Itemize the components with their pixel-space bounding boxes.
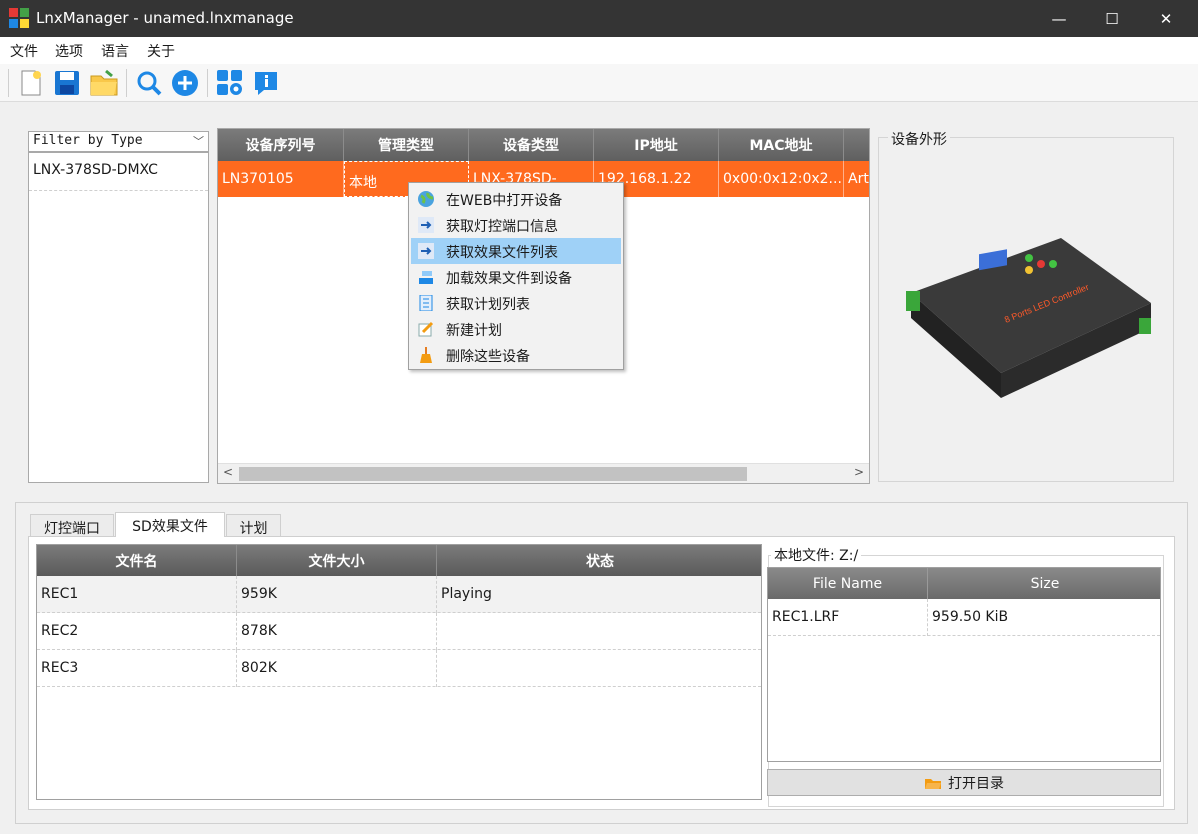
minimize-button[interactable]: — bbox=[1036, 0, 1082, 37]
preview-label: 设备外形 bbox=[888, 129, 950, 149]
folder-open-icon bbox=[925, 778, 941, 789]
column-header-manage-type[interactable]: 管理类型 bbox=[344, 129, 469, 161]
cell-filesize: 802K bbox=[237, 650, 437, 687]
menu-item-label: 删除这些设备 bbox=[446, 349, 530, 365]
menu-item-label: 获取效果文件列表 bbox=[446, 245, 558, 261]
settings-grid-icon[interactable] bbox=[215, 68, 245, 98]
column-header-filename[interactable]: 文件名 bbox=[37, 545, 237, 576]
menu-item-open-web[interactable]: 在WEB中打开设备 bbox=[411, 186, 621, 212]
edit-icon bbox=[418, 321, 434, 337]
cell-filename: REC3 bbox=[37, 650, 237, 687]
sd-file-table: 文件名 文件大小 状态 REC1 959K Playing REC2 878K … bbox=[36, 544, 762, 800]
filter-combo-label: Filter by Type bbox=[33, 133, 143, 148]
table-row[interactable]: REC3 802K bbox=[37, 650, 761, 687]
chevron-down-icon: ﹀ bbox=[193, 135, 204, 148]
cell-mac: 0x00:0x12:0x2... bbox=[719, 161, 844, 197]
cell-extra: Art bbox=[848, 171, 869, 187]
load-icon bbox=[419, 271, 433, 284]
cell-filename: REC2 bbox=[37, 613, 237, 650]
tab-port[interactable]: 灯控端口 bbox=[30, 514, 114, 537]
window-title: LnxManager - unamed.lnxmanage bbox=[36, 9, 294, 27]
local-file-table: File Name Size REC1.LRF 959.50 KiB bbox=[767, 567, 1161, 762]
horizontal-scrollbar[interactable]: < > bbox=[218, 463, 869, 483]
context-menu: 在WEB中打开设备 获取灯控端口信息 获取效果文件列表 加载效果文件到设备 获取… bbox=[408, 182, 624, 370]
toolbar bbox=[0, 64, 1198, 102]
cell-filename: REC1 bbox=[37, 576, 237, 613]
scrollbar-thumb[interactable] bbox=[239, 467, 747, 481]
column-header-filesize[interactable]: 文件大小 bbox=[237, 545, 437, 576]
broom-icon bbox=[420, 347, 432, 363]
menu-item-get-schedule-list[interactable]: 获取计划列表 bbox=[411, 290, 621, 316]
device-preview-frame: 8 Ports LED Controller bbox=[878, 137, 1174, 482]
tab-schedule[interactable]: 计划 bbox=[226, 514, 281, 537]
menu-bar: 文件 选项 语言 关于 bbox=[0, 37, 1198, 64]
cell-file-name: REC1.LRF bbox=[768, 599, 928, 636]
toolbar-separator bbox=[126, 69, 127, 97]
scroll-right-icon[interactable]: > bbox=[854, 465, 864, 479]
table-row[interactable]: REC2 878K bbox=[37, 613, 761, 650]
menu-about[interactable]: 关于 bbox=[147, 41, 175, 61]
menu-file[interactable]: 文件 bbox=[10, 41, 38, 61]
column-header-status[interactable]: 状态 bbox=[437, 545, 761, 576]
menu-item-label: 新建计划 bbox=[446, 323, 502, 339]
globe-icon bbox=[418, 191, 434, 207]
app-logo-icon bbox=[9, 8, 30, 29]
menu-item-delete-devices[interactable]: 删除这些设备 bbox=[411, 342, 621, 368]
save-icon[interactable] bbox=[52, 68, 82, 98]
menu-item-label: 在WEB中打开设备 bbox=[446, 193, 563, 209]
open-folder-icon[interactable] bbox=[89, 68, 119, 98]
table-row[interactable]: REC1.LRF 959.50 KiB bbox=[768, 599, 1160, 636]
list-icon bbox=[419, 295, 433, 311]
menu-item-get-effect-list[interactable]: 获取效果文件列表 bbox=[411, 238, 621, 264]
cell-status: Playing bbox=[441, 586, 492, 602]
device-image: 8 Ports LED Controller bbox=[906, 238, 1151, 398]
column-header-extra[interactable] bbox=[844, 129, 869, 161]
scroll-left-icon[interactable]: < bbox=[223, 465, 233, 479]
toolbar-separator bbox=[207, 69, 208, 97]
open-directory-button[interactable]: 打开目录 bbox=[767, 769, 1161, 796]
tab-sd-files[interactable]: SD效果文件 bbox=[115, 512, 225, 537]
open-directory-label: 打开目录 bbox=[948, 775, 1004, 792]
new-file-icon[interactable] bbox=[16, 68, 46, 98]
close-button[interactable]: ✕ bbox=[1143, 0, 1189, 37]
column-header-device-type[interactable]: 设备类型 bbox=[469, 129, 594, 161]
menu-options[interactable]: 选项 bbox=[55, 41, 83, 61]
local-files-label: 本地文件: Z:/ bbox=[771, 545, 862, 565]
column-header-size[interactable]: Size bbox=[928, 568, 1160, 599]
column-header-mac[interactable]: MAC地址 bbox=[719, 129, 844, 161]
menu-item-label: 加载效果文件到设备 bbox=[446, 271, 572, 287]
cell-serial: LN370105 bbox=[218, 161, 344, 197]
column-header-ip[interactable]: IP地址 bbox=[594, 129, 719, 161]
cell-filesize: 878K bbox=[237, 613, 437, 650]
add-icon[interactable] bbox=[170, 68, 200, 98]
cell-status bbox=[437, 613, 761, 650]
menu-item-new-schedule[interactable]: 新建计划 bbox=[411, 316, 621, 342]
menu-item-label: 获取计划列表 bbox=[446, 297, 530, 313]
column-header-file-name[interactable]: File Name bbox=[768, 568, 928, 599]
info-icon[interactable] bbox=[251, 68, 281, 98]
table-row[interactable]: REC1 959K Playing bbox=[37, 576, 761, 613]
filter-type-combo[interactable]: Filter by Type ﹀ bbox=[28, 131, 209, 152]
maximize-button[interactable]: ☐ bbox=[1089, 0, 1135, 37]
menu-language[interactable]: 语言 bbox=[101, 41, 129, 61]
cell-status bbox=[437, 650, 761, 687]
cell-filesize: 959K bbox=[237, 576, 437, 613]
menu-item-get-port-info[interactable]: 获取灯控端口信息 bbox=[411, 212, 621, 238]
arrow-right-icon bbox=[418, 217, 434, 233]
toolbar-separator bbox=[8, 69, 9, 97]
menu-item-label: 获取灯控端口信息 bbox=[446, 219, 558, 235]
filter-type-list: LNX-378SD-DMXC bbox=[28, 152, 209, 483]
filter-list-item[interactable]: LNX-378SD-DMXC bbox=[29, 153, 208, 191]
menu-item-load-effect[interactable]: 加载效果文件到设备 bbox=[411, 264, 621, 290]
search-device-icon[interactable] bbox=[134, 68, 164, 98]
column-header-serial[interactable]: 设备序列号 bbox=[218, 129, 344, 161]
arrow-right-icon bbox=[418, 243, 434, 259]
title-bar: LnxManager - unamed.lnxmanage — ☐ ✕ bbox=[0, 0, 1198, 37]
cell-size: 959.50 KiB bbox=[932, 609, 1009, 625]
